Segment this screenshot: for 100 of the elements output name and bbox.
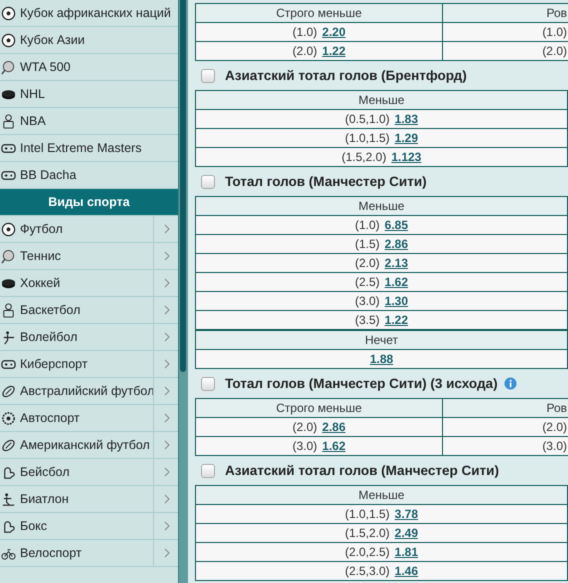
line-value: (2.0)	[292, 420, 318, 434]
chevron-icon[interactable]	[164, 332, 170, 342]
column-header: Ров	[443, 4, 568, 23]
line-value: (1.0)	[354, 218, 380, 232]
chevron-icon[interactable]	[164, 386, 170, 396]
chevron-icon[interactable]	[164, 305, 170, 315]
scrollbar[interactable]	[178, 0, 188, 583]
chevron-icon[interactable]	[164, 413, 170, 423]
chevron-icon[interactable]	[164, 224, 170, 234]
line-value: (1.0,1.5)	[344, 131, 390, 145]
line-value: (2.5)	[354, 275, 380, 289]
line-value: (3.0)	[292, 439, 318, 453]
odds-link[interactable]: 2.49	[394, 526, 418, 540]
odds-link[interactable]: 1.83	[394, 112, 418, 126]
sport-item[interactable]: Биатлон	[0, 486, 154, 512]
line-value: (1.0)	[292, 25, 318, 39]
chevron-icon[interactable]	[164, 440, 170, 450]
league-item[interactable]: NHL	[0, 81, 178, 108]
line-value: (1.5,2.0)	[344, 526, 390, 540]
odds-link[interactable]: 3.78	[394, 507, 418, 521]
odds-link[interactable]: 1.123	[391, 150, 422, 164]
odds-link[interactable]: 1.22	[322, 44, 346, 58]
sport-item[interactable]: Хоккей	[0, 270, 154, 296]
sport-item[interactable]: Баскетбол	[0, 297, 154, 323]
sport-item[interactable]: Футбол	[0, 216, 154, 242]
checkbox[interactable]	[201, 464, 215, 478]
chevron-icon[interactable]	[164, 521, 170, 531]
skier-icon	[1, 492, 16, 506]
market-title: Тотал голов (Манчестер Сити) (3 исхода)	[225, 376, 498, 391]
market-title: Азиатский тотал голов (Брентфорд)	[225, 68, 467, 83]
market-title: Азиатский тотал голов (Манчестер Сити)	[225, 463, 499, 478]
league-item[interactable]: WTA 500	[0, 54, 178, 81]
line-value: (2.0)	[354, 256, 380, 270]
odds-link[interactable]: 1.46	[394, 564, 418, 578]
sport-item[interactable]: Бейсбол	[0, 459, 154, 485]
glove-icon	[1, 518, 16, 534]
column-header: Ров	[443, 399, 568, 418]
chevron-icon[interactable]	[164, 278, 170, 288]
line-value: (2.0)	[542, 44, 567, 58]
market-title: Тотал голов (Манчестер Сити)	[225, 174, 427, 189]
sport-item[interactable]: Бокс	[0, 513, 154, 539]
line-value: (3.0)	[354, 294, 380, 308]
line-value: (2.5,3.0)	[344, 564, 390, 578]
column-header: Нечет	[196, 331, 568, 350]
line-value: (2.0)	[292, 44, 318, 58]
chevron-icon[interactable]	[164, 548, 170, 558]
sport-item[interactable]: Американский футбол	[0, 432, 154, 458]
soccer-ball-icon	[1, 222, 16, 236]
oval-ball-icon	[1, 438, 16, 452]
line-value: (1.5)	[354, 237, 380, 251]
column-header: Строго меньше	[196, 399, 443, 418]
odds-link[interactable]: 2.86	[384, 237, 408, 251]
column-header: Строго меньше	[196, 4, 443, 23]
odds-link[interactable]: 2.20	[322, 25, 346, 39]
chevron-icon[interactable]	[164, 359, 170, 369]
section-title: Виды спорта	[0, 189, 178, 216]
odds-link[interactable]: 1.81	[394, 545, 418, 559]
line-value: (1.5,2.0)	[342, 150, 386, 164]
player-icon	[1, 302, 16, 318]
line-value: (2.0,2.5)	[344, 545, 390, 559]
checkbox[interactable]	[201, 68, 215, 82]
odds-link[interactable]: 1.29	[394, 131, 418, 145]
sport-item[interactable]: Теннис	[0, 243, 154, 269]
odds-link[interactable]: 1.62	[322, 439, 346, 453]
odds-link[interactable]: 6.85	[384, 218, 408, 232]
info-icon[interactable]	[504, 377, 517, 390]
odds-link[interactable]: 2.13	[384, 256, 408, 270]
chevron-icon[interactable]	[164, 467, 170, 477]
volleyball-player-icon	[1, 330, 16, 344]
odds-link[interactable]: 1.22	[384, 313, 408, 327]
column-header: Меньше	[196, 197, 568, 216]
odds-link[interactable]: 1.30	[384, 294, 408, 308]
line-value: (1.0)	[542, 25, 567, 39]
line-value: (0.5,1.0)	[344, 112, 390, 126]
sport-item[interactable]: Велоспорт	[0, 540, 154, 566]
sport-item[interactable]: Автоспорт	[0, 405, 154, 431]
glove-icon	[1, 464, 16, 480]
league-item[interactable]: Кубок африканских наций	[0, 0, 178, 27]
line-value: (1.0,1.5)	[344, 507, 390, 521]
oval-ball-icon	[1, 384, 16, 398]
line-value: (3.5)	[354, 313, 380, 327]
chevron-icon[interactable]	[164, 251, 170, 261]
sport-item[interactable]: Волейбол	[0, 324, 154, 350]
checkbox[interactable]	[201, 376, 215, 390]
chevron-icon[interactable]	[164, 494, 170, 504]
player-icon	[1, 114, 16, 128]
wheel-icon	[1, 410, 16, 426]
scroll-thumb[interactable]	[180, 0, 186, 372]
odds-link[interactable]: 1.88	[370, 352, 394, 366]
sport-item[interactable]: Киберспорт	[0, 351, 154, 377]
line-value: (3.0)	[542, 439, 567, 453]
line-value: (2.0)	[542, 420, 567, 434]
soccer-ball-icon	[1, 6, 16, 20]
column-header: Меньше	[196, 486, 568, 505]
soccer-ball-icon	[1, 32, 16, 48]
checkbox[interactable]	[201, 174, 215, 188]
league-item[interactable]: Кубок Азии	[0, 27, 178, 54]
column-header: Меньше	[196, 91, 568, 110]
odds-link[interactable]: 1.62	[384, 275, 408, 289]
odds-link[interactable]: 2.86	[322, 420, 346, 434]
